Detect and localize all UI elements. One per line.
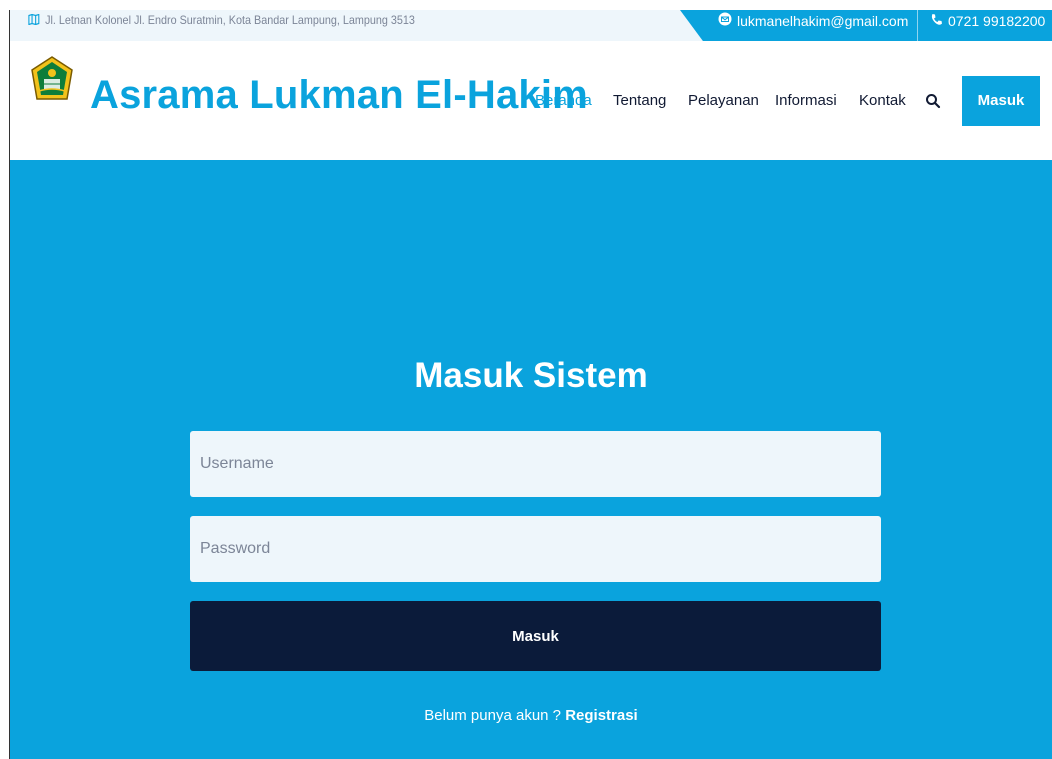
nav-informasi[interactable]: Informasi — [775, 91, 837, 111]
address-info: Jl. Letnan Kolonel Jl. Endro Suratmin, K… — [28, 10, 415, 41]
register-link[interactable]: Registrasi — [565, 707, 638, 724]
nav-kontak[interactable]: Kontak — [859, 91, 906, 111]
nav-tentang[interactable]: Tentang — [613, 91, 666, 111]
password-input[interactable] — [190, 516, 881, 582]
ministry-emblem-logo[interactable] — [30, 56, 74, 108]
username-input[interactable] — [190, 431, 881, 497]
register-prompt-text: Belum punya akun ? — [424, 707, 566, 724]
login-submit-button[interactable]: Masuk — [190, 601, 881, 671]
contact-phone[interactable]: 0721 99182200 — [930, 10, 1045, 32]
site-brand-title[interactable]: Asrama Lukman El-Hakim — [90, 71, 588, 119]
login-hero: Masuk Sistem Masuk Belum punya akun ? Re… — [10, 160, 1052, 759]
email-text: lukmanelhakim@gmail.com — [737, 13, 909, 29]
contact-separator — [917, 10, 918, 41]
contact-email[interactable]: lukmanelhakim@gmail.com — [718, 10, 908, 32]
login-title: Masuk Sistem — [414, 356, 648, 395]
phone-icon — [930, 11, 943, 31]
phone-text: 0721 99182200 — [948, 13, 1046, 29]
page-edge-line — [9, 10, 10, 759]
map-icon — [28, 10, 40, 31]
address-text: Jl. Letnan Kolonel Jl. Endro Suratmin, K… — [45, 13, 415, 27]
register-prompt: Belum punya akun ? Registrasi — [10, 706, 1052, 726]
header-login-button[interactable]: Masuk — [962, 76, 1040, 126]
nav-pelayanan[interactable]: Pelayanan — [688, 91, 759, 111]
search-icon[interactable] — [925, 93, 941, 109]
nav-beranda[interactable]: Beranda — [535, 91, 592, 111]
envelope-icon — [718, 11, 732, 31]
